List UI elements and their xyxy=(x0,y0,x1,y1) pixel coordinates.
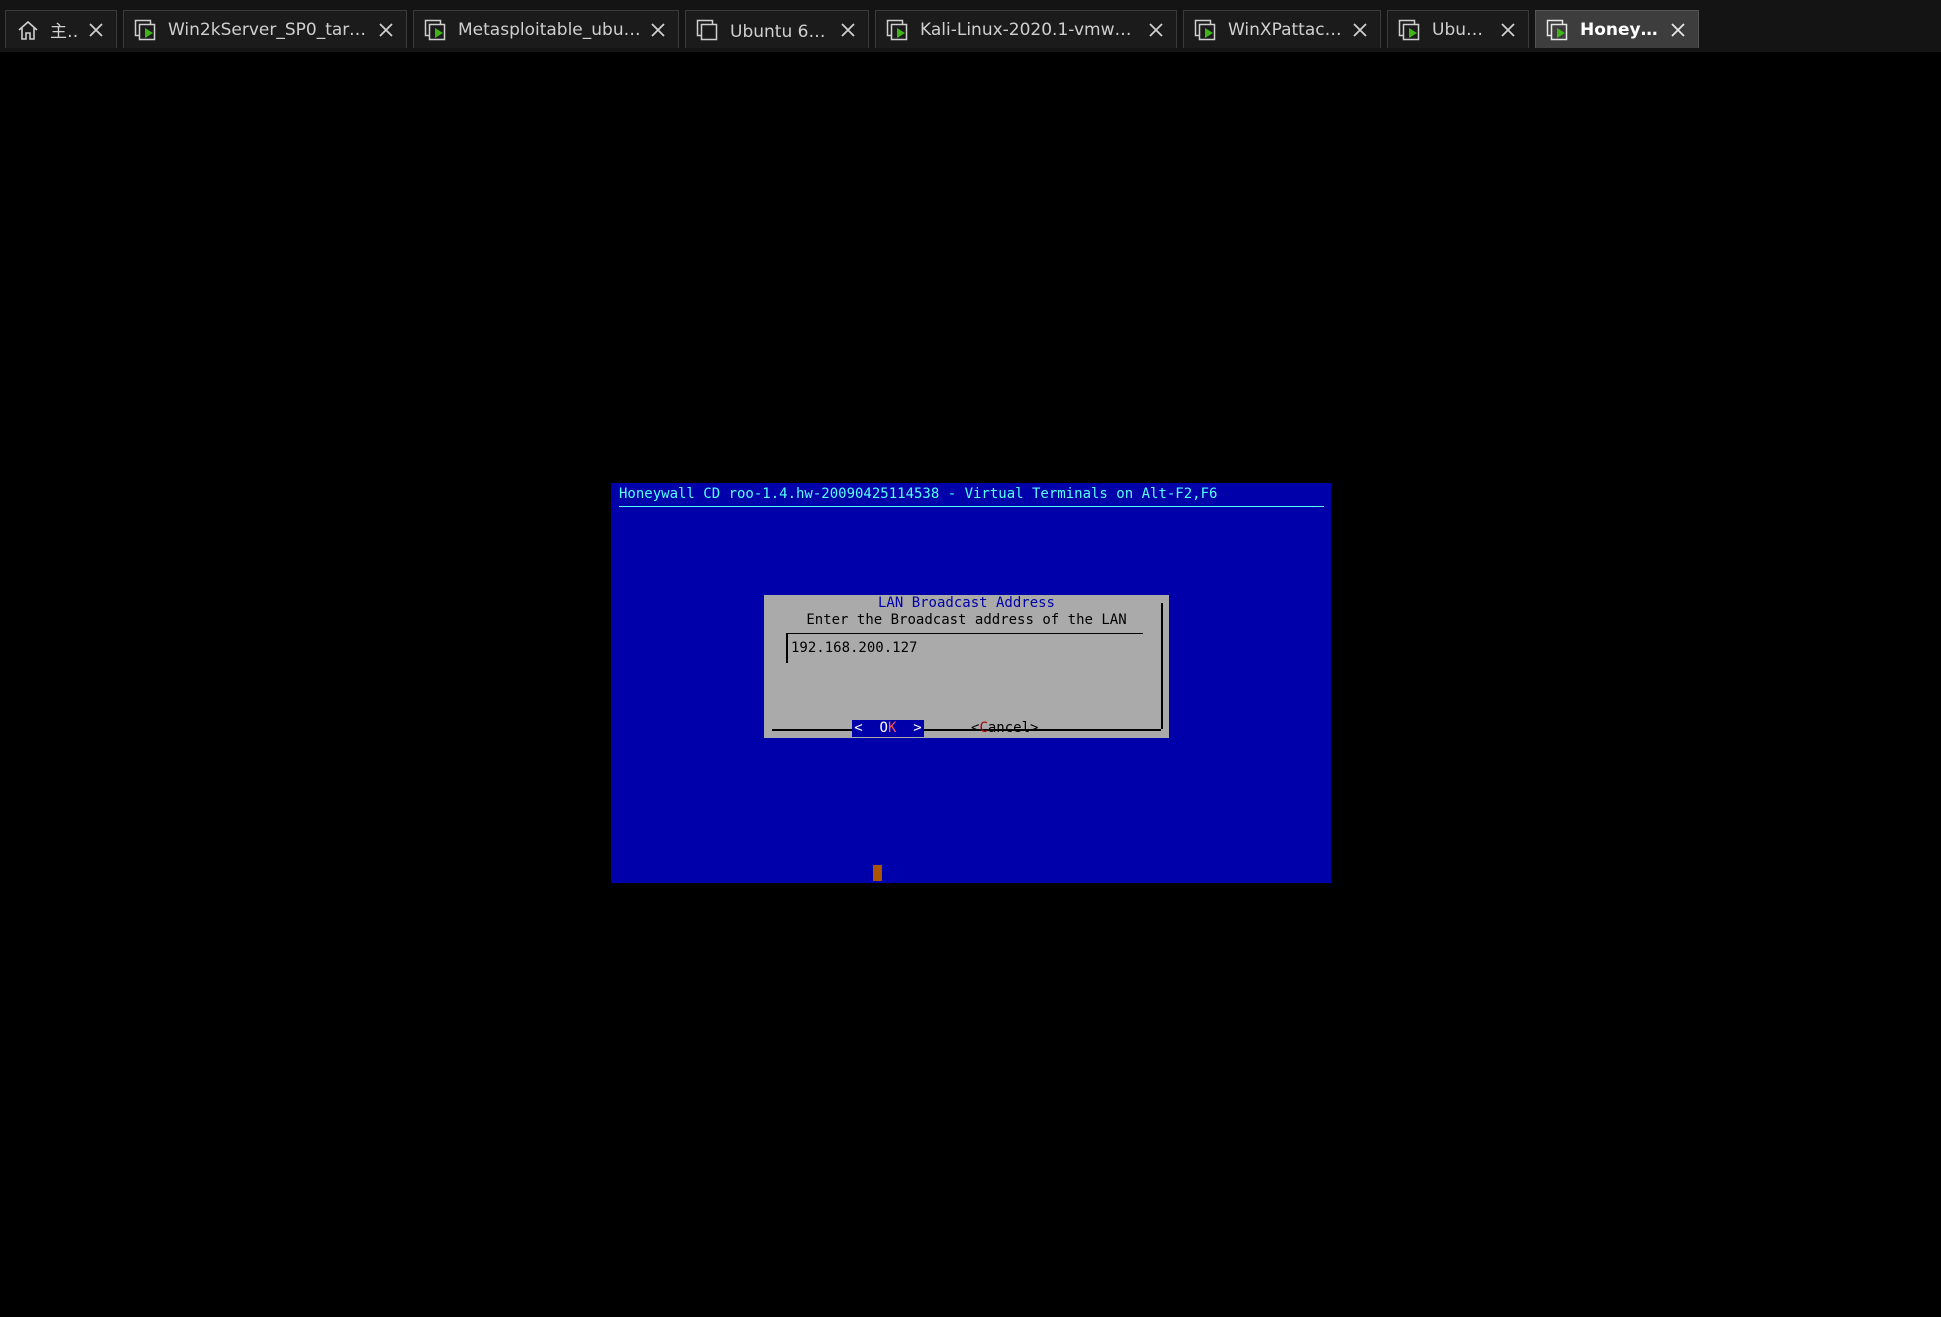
tab-metasploitable[interactable]: Metasploitable_ubuntu xyxy=(413,10,679,48)
input-border-left xyxy=(786,633,788,663)
tab-ubuntu[interactable]: Ubuntu xyxy=(1387,10,1529,48)
vm-console-screen[interactable]: Honeywall CD roo-1.4.hw-20090425114538 -… xyxy=(611,483,1331,883)
cancel-button[interactable]: <Cancel> xyxy=(971,720,1038,737)
tab-label: Win2kServer_SP0_target xyxy=(168,19,370,40)
broadcast-address-input[interactable]: 192.168.200.127 xyxy=(791,639,917,657)
tab-label: HoneyWall xyxy=(1580,19,1662,40)
vm-running-icon xyxy=(1398,19,1420,40)
tab-home[interactable]: 主页 xyxy=(5,10,117,48)
tab-label: Ubuntu 64 位 xyxy=(730,22,832,42)
vm-running-icon xyxy=(424,19,446,40)
tab-ubuntu-64[interactable]: Ubuntu 64 位 xyxy=(685,10,869,48)
close-icon[interactable] xyxy=(1146,20,1166,40)
tab-honeywall[interactable]: HoneyWall xyxy=(1535,10,1699,48)
text-cursor xyxy=(873,865,882,881)
ok-button[interactable]: < OK > xyxy=(852,720,924,737)
vm-running-icon xyxy=(134,19,156,40)
close-icon[interactable] xyxy=(648,20,668,40)
ok-label-right: > xyxy=(896,720,922,736)
tab-label: Kali-Linux-2020.1-vmware-am... xyxy=(920,19,1140,40)
ok-label-left: < O xyxy=(854,720,888,736)
dialog-title: LAN Broadcast Address xyxy=(877,595,1055,611)
cancel-label-right: ancel> xyxy=(987,720,1039,736)
dialog-shadow-right xyxy=(1161,603,1163,729)
vm-stopped-icon xyxy=(696,19,718,40)
vm-running-icon xyxy=(886,19,908,40)
close-icon[interactable] xyxy=(1668,20,1688,40)
header-divider xyxy=(619,506,1324,507)
tab-label: Ubuntu xyxy=(1432,19,1492,40)
vm-running-icon xyxy=(1546,19,1568,40)
close-icon[interactable] xyxy=(86,20,106,40)
close-icon[interactable] xyxy=(1350,20,1370,40)
dialog-shadow-bottom xyxy=(772,729,1161,731)
tab-winxpattacker[interactable]: WinXPattacker xyxy=(1183,10,1381,48)
close-icon[interactable] xyxy=(838,20,858,40)
tab-label: 主页 xyxy=(50,22,80,42)
vm-tab-bar: 主页 Win2kServer_SP0_target Metasploitable… xyxy=(0,0,1941,52)
broadcast-address-dialog: LAN Broadcast Address Enter the Broadcas… xyxy=(764,595,1169,738)
dialog-prompt: Enter the Broadcast address of the LAN xyxy=(806,612,1127,628)
close-icon[interactable] xyxy=(376,20,396,40)
tab-win2kserver[interactable]: Win2kServer_SP0_target xyxy=(123,10,407,48)
tab-label: Metasploitable_ubuntu xyxy=(458,19,642,40)
tab-kali-linux[interactable]: Kali-Linux-2020.1-vmware-am... xyxy=(875,10,1177,48)
console-header: Honeywall CD roo-1.4.hw-20090425114538 -… xyxy=(619,486,1218,502)
cancel-hotkey: C xyxy=(979,720,988,736)
tab-label: WinXPattacker xyxy=(1228,19,1344,40)
home-icon xyxy=(18,20,38,40)
close-icon[interactable] xyxy=(1498,20,1518,40)
input-border-top xyxy=(786,633,1143,634)
vm-running-icon xyxy=(1194,19,1216,40)
